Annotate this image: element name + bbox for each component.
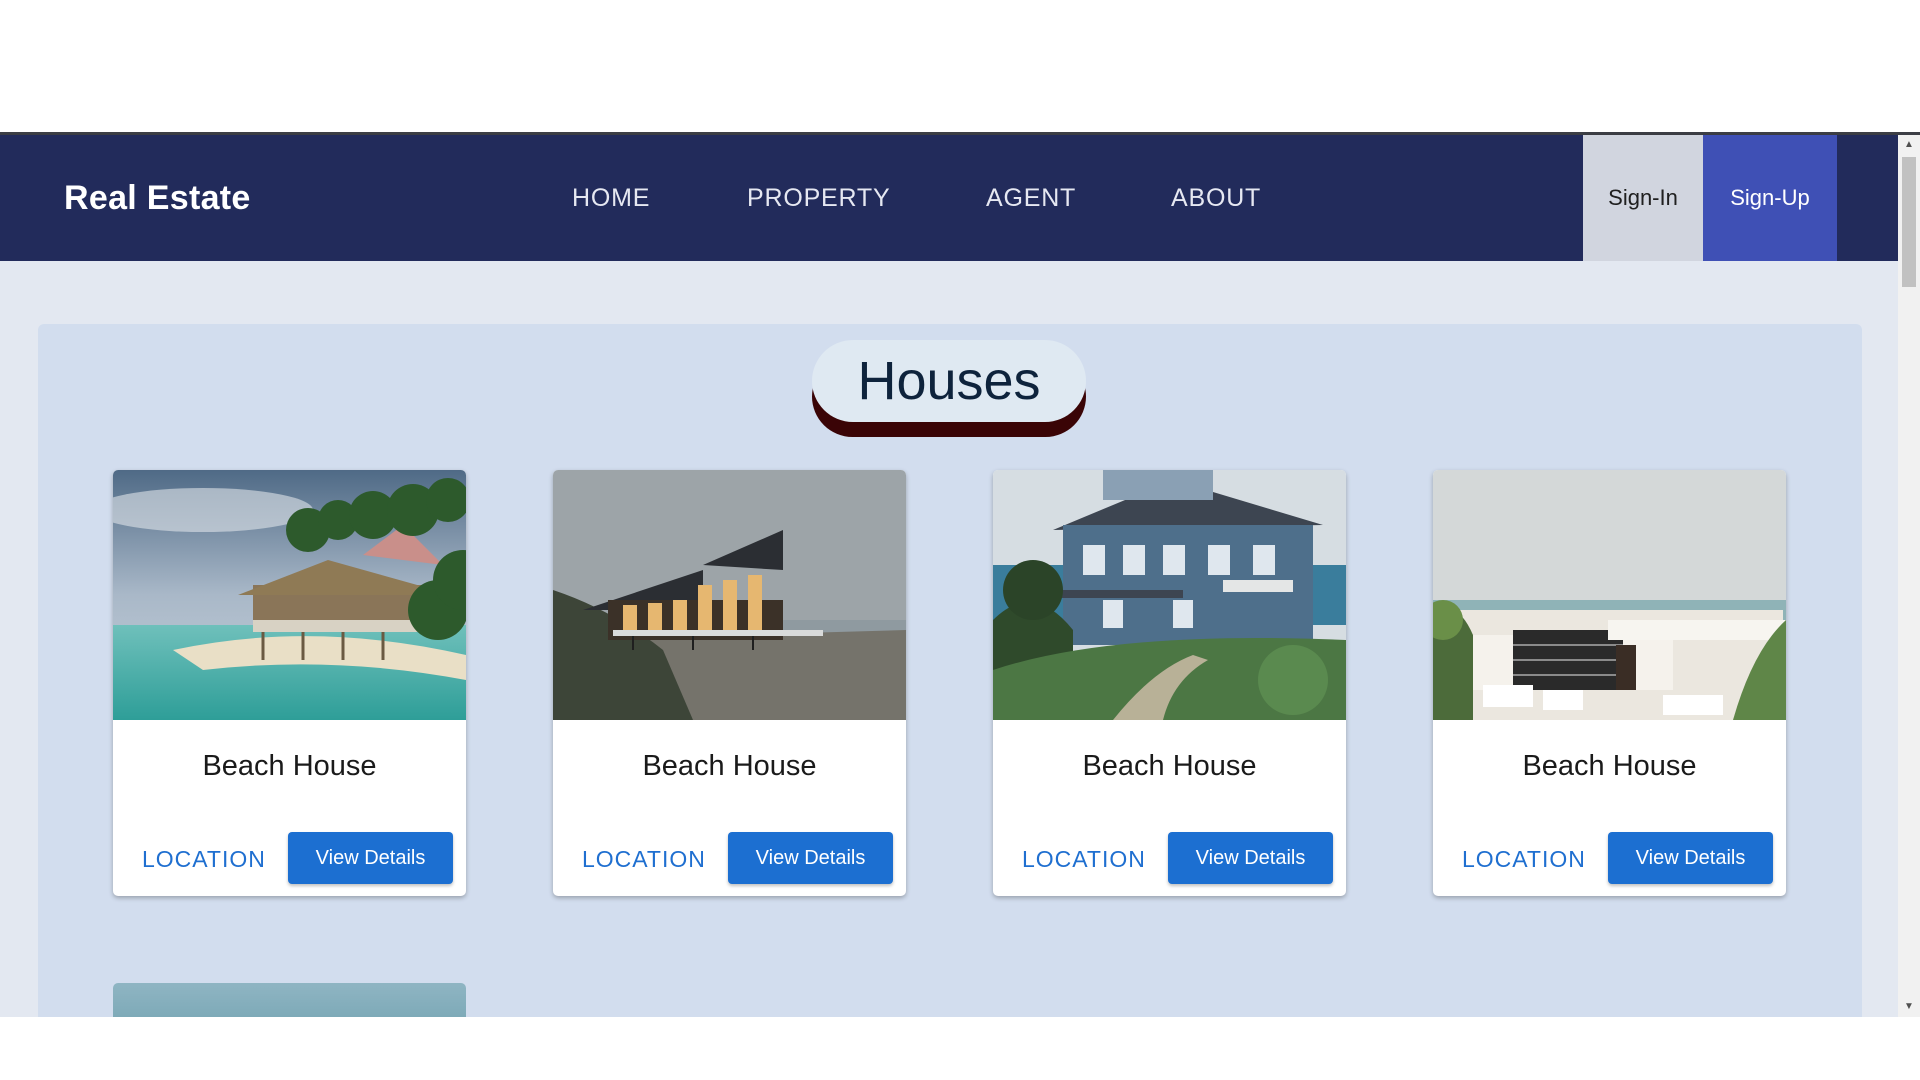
location-link[interactable]: LOCATION — [1462, 846, 1586, 873]
scroll-up-arrow-icon[interactable]: ▲ — [1898, 135, 1920, 155]
property-image — [993, 470, 1346, 720]
nav-about[interactable]: ABOUT — [1171, 135, 1261, 261]
window-bottom-area — [0, 1017, 1920, 1080]
nav-property[interactable]: PROPERTY — [747, 135, 890, 261]
location-link[interactable]: LOCATION — [142, 846, 266, 873]
view-details-button[interactable]: View Details — [1168, 832, 1333, 884]
property-card: Beach House LOCATION View Details — [113, 470, 466, 896]
view-details-button[interactable]: View Details — [728, 832, 893, 884]
section-title: Houses — [812, 340, 1086, 422]
card-title: Beach House — [1082, 750, 1257, 782]
view-details-button[interactable]: View Details — [1608, 832, 1773, 884]
property-card: Beach House LOCATION View Details — [553, 470, 906, 896]
nav-links: HOME PROPERTY AGENT ABOUT — [0, 135, 1300, 261]
scrollbar-thumb[interactable] — [1902, 157, 1916, 287]
property-card: Beach House LOCATION View Details — [993, 470, 1346, 896]
card-title: Beach House — [1522, 750, 1697, 782]
scroll-down-arrow-icon[interactable]: ▼ — [1898, 997, 1920, 1017]
property-image — [113, 470, 466, 720]
card-title: Beach House — [642, 750, 817, 782]
location-link[interactable]: LOCATION — [582, 846, 706, 873]
sign-up-button[interactable]: Sign-Up — [1703, 135, 1837, 261]
property-card-partial — [113, 983, 466, 1017]
property-card: Beach House LOCATION View Details — [1433, 470, 1786, 896]
view-details-button[interactable]: View Details — [288, 832, 453, 884]
card-title: Beach House — [202, 750, 377, 782]
vertical-scrollbar[interactable]: ▲ ▼ — [1898, 135, 1920, 1017]
property-image — [553, 470, 906, 720]
location-link[interactable]: LOCATION — [1022, 846, 1146, 873]
nav-home[interactable]: HOME — [572, 135, 650, 261]
nav-agent[interactable]: AGENT — [986, 135, 1076, 261]
navbar: Real Estate HOME PROPERTY AGENT ABOUT Si… — [0, 135, 1898, 261]
sign-in-button[interactable]: Sign-In — [1583, 135, 1703, 261]
property-image — [1433, 470, 1786, 720]
